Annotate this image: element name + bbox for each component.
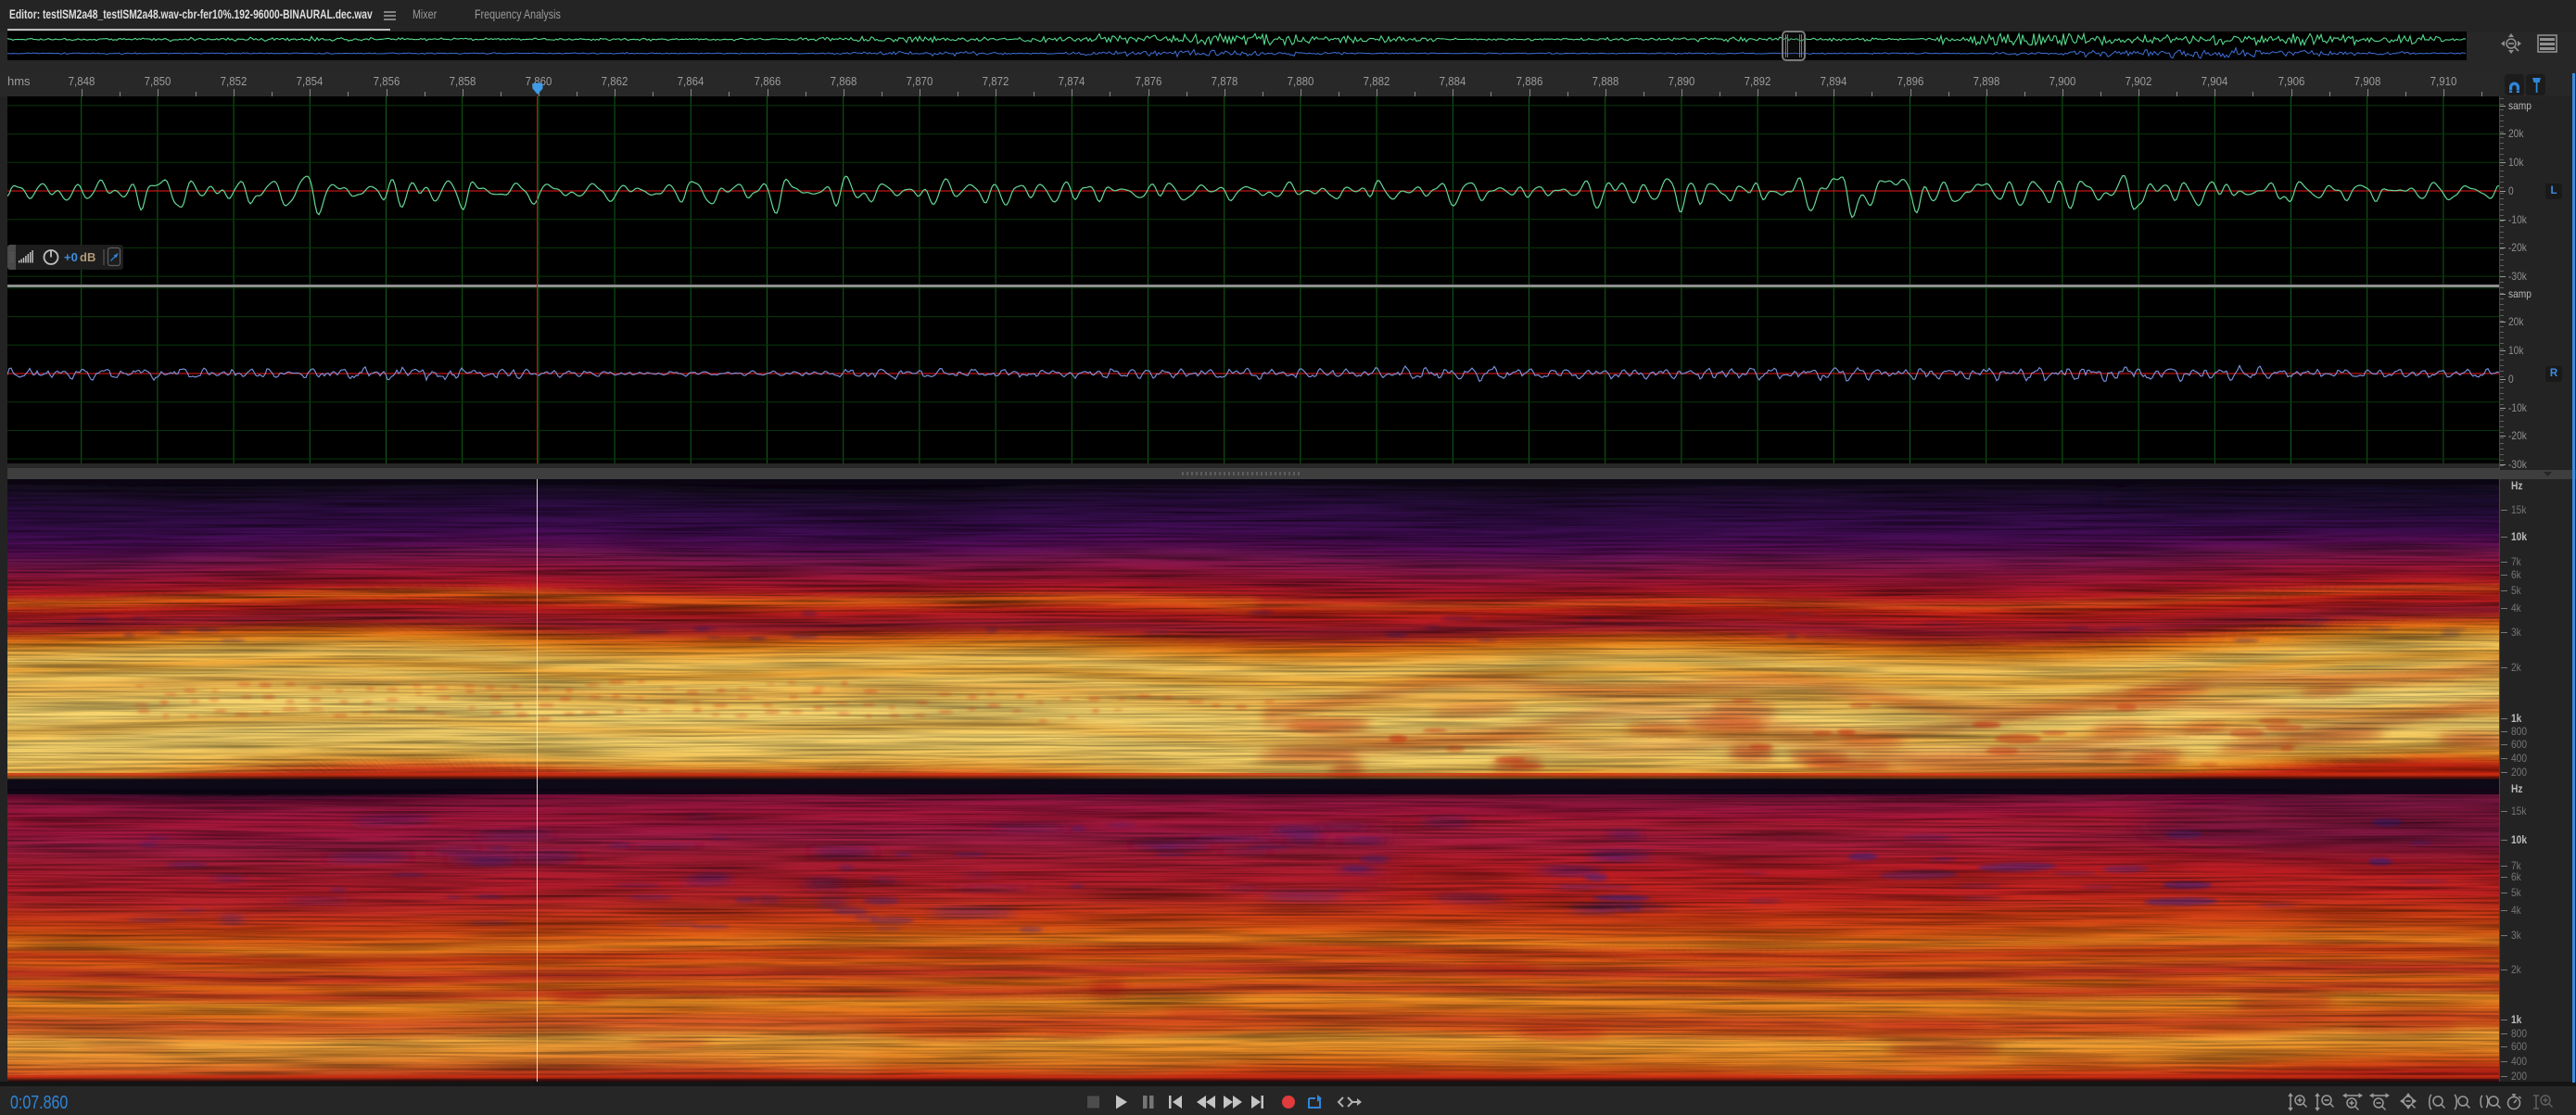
svg-text:dB: dB xyxy=(80,250,95,264)
svg-text:+0: +0 xyxy=(64,250,78,264)
